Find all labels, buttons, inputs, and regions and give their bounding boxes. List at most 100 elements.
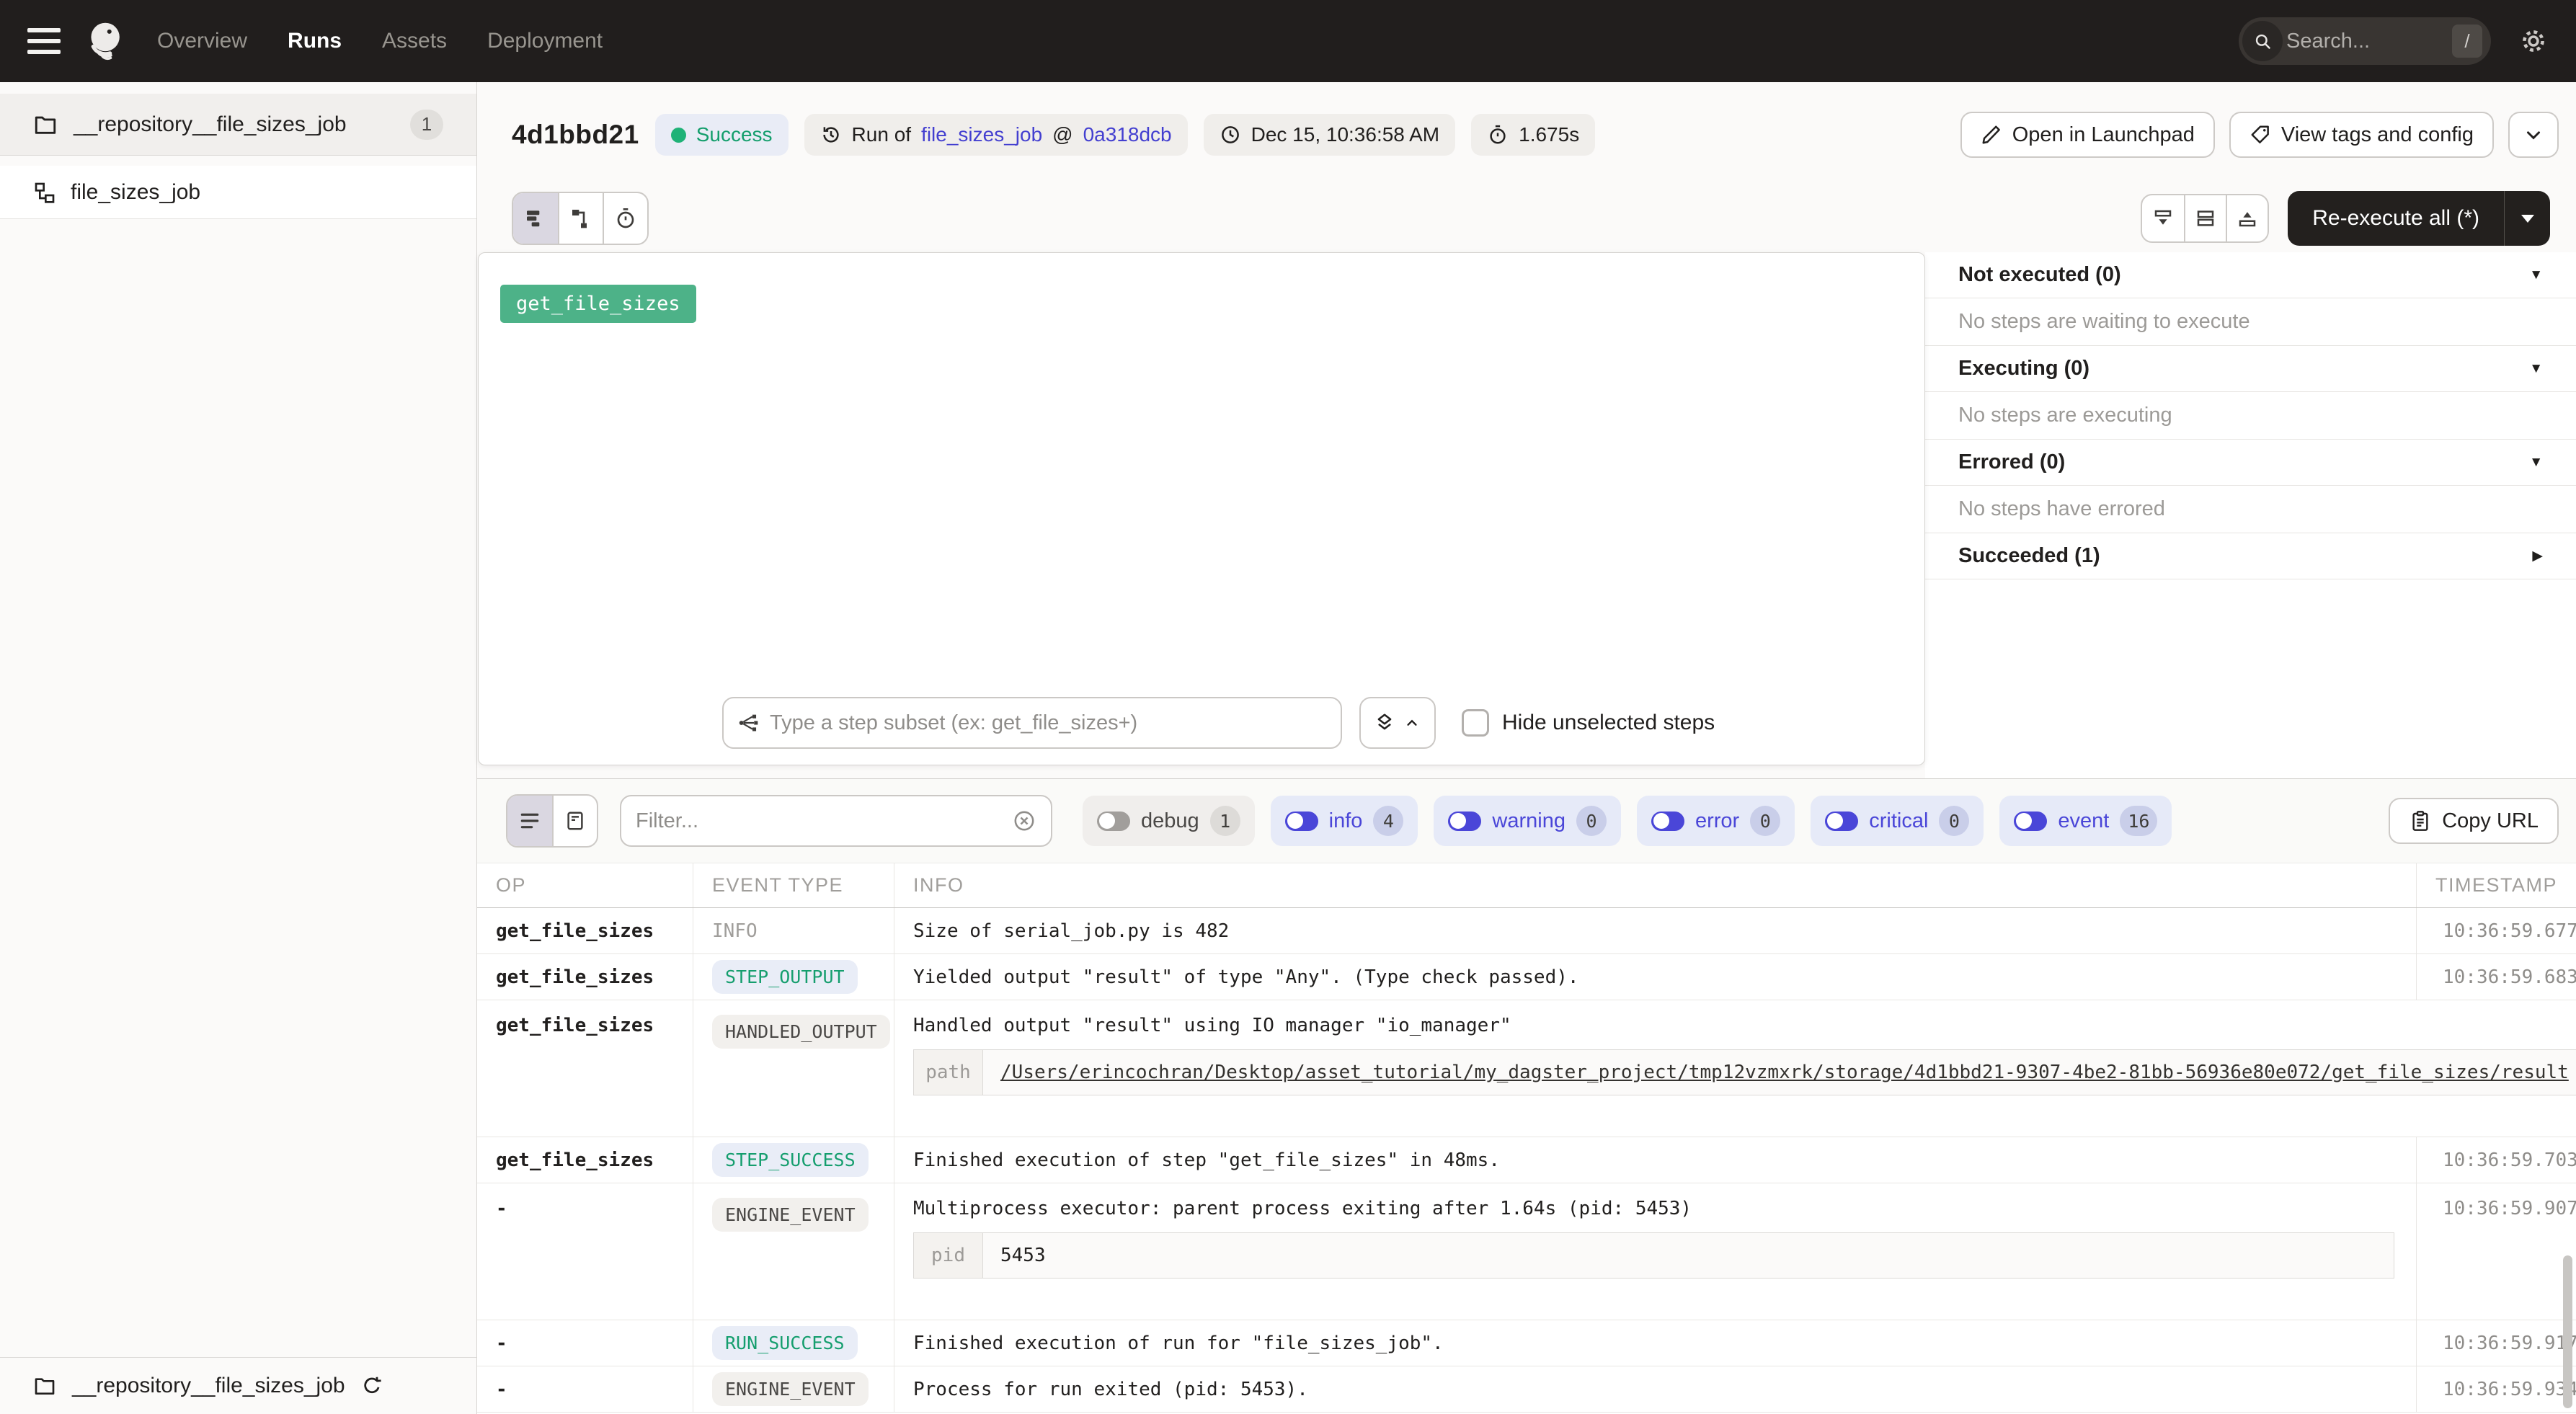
sidebar-footer-repo[interactable]: __repository__file_sizes_job [0, 1357, 476, 1414]
waterfall-view-button[interactable] [558, 193, 603, 244]
log-timestamp: 10:36:59.907 [2416, 1183, 2576, 1320]
log-view-toggle [506, 794, 598, 848]
refresh-icon[interactable] [361, 1375, 383, 1397]
nav-item-runs[interactable]: Runs [288, 29, 342, 53]
filter-label: debug [1141, 809, 1199, 833]
gantt-chart-panel: get_file_sizes [478, 252, 1925, 765]
footer-repo-name: __repository__file_sizes_job [72, 1374, 345, 1398]
log-row[interactable]: -ENGINE_EVENTMultiprocess executor: pare… [477, 1183, 2576, 1320]
reexecute-all-button[interactable]: Re-execute all (*) [2288, 191, 2504, 246]
step-status-section-header[interactable]: Succeeded (1)▶ [1925, 533, 2576, 579]
log-row[interactable]: -RUN_SUCCESSFinished execution of run fo… [477, 1320, 2576, 1366]
filter-count-badge: 16 [2120, 806, 2157, 836]
reexecute-dropdown-button[interactable] [2504, 191, 2550, 246]
event-type-badge: STEP_SUCCESS [712, 1143, 869, 1177]
log-level-filter-debug[interactable]: debug1 [1083, 796, 1255, 846]
reexecute-split-button: Re-execute all (*) [2288, 191, 2550, 246]
step-status-section-header[interactable]: Not executed (0)▼ [1925, 252, 2576, 298]
nav-item-overview[interactable]: Overview [157, 29, 247, 53]
event-type-badge: STEP_OUTPUT [712, 960, 858, 994]
list-view-button[interactable] [507, 796, 552, 846]
metadata-text: 5453 [1000, 1245, 1046, 1266]
scrollbar-thumb[interactable] [2563, 1255, 2572, 1408]
step-status-section-header[interactable]: Errored (0)▼ [1925, 440, 2576, 486]
more-actions-button[interactable] [2508, 112, 2559, 158]
zoom-controls [2141, 194, 2269, 243]
step-status-section-header[interactable]: Executing (0)▼ [1925, 346, 2576, 392]
job-link[interactable]: file_sizes_job [921, 123, 1042, 146]
section-empty-message: No steps are executing [1925, 392, 2576, 440]
log-level-filter-info[interactable]: info 4 [1271, 796, 1418, 846]
metadata-key: pid [914, 1233, 983, 1278]
log-op-cell: - [477, 1366, 693, 1412]
structured-view-button[interactable] [552, 796, 597, 846]
log-level-filter-warning[interactable]: warning0 [1434, 796, 1621, 846]
log-level-filter-event[interactable]: event 16 [1999, 796, 2172, 846]
log-row[interactable]: get_file_sizesHANDLED_OUTPUTHandled outp… [477, 1000, 2576, 1137]
folder-icon [33, 112, 58, 137]
log-info-cell: Finished execution of step "get_file_siz… [894, 1137, 2416, 1183]
run-timestamp-pill: Dec 15, 10:36:58 AM [1204, 114, 1456, 156]
gantt-toolbar: Re-execute all (*) [477, 177, 2576, 252]
folder-icon [33, 1374, 56, 1397]
toggle-switch-icon [1825, 812, 1858, 831]
expand-down-button[interactable] [2142, 195, 2184, 241]
dagster-logo-icon[interactable] [85, 19, 128, 63]
log-row[interactable]: get_file_sizes STEP_SUCCESS Finished execu… [477, 1137, 2576, 1183]
sidebar-item-file-sizes-job[interactable]: file_sizes_job [0, 166, 476, 219]
gantt-step-get-file-sizes[interactable]: get_file_sizes [500, 285, 696, 323]
log-level-filter-error[interactable]: error0 [1637, 796, 1795, 846]
sidebar-repo-row[interactable]: __repository__file_sizes_job 1 [0, 94, 476, 156]
log-row[interactable]: -ENGINE_EVENT Process for run exited (pid… [477, 1366, 2576, 1413]
search-box[interactable]: / [2239, 17, 2491, 65]
log-event-type-cell: STEP_OUTPUT [693, 954, 894, 1000]
hide-unselected-checkbox[interactable] [1462, 709, 1489, 737]
log-filter-box [620, 795, 1052, 847]
log-op-cell: get_file_sizes [477, 954, 693, 1000]
snapshot-link[interactable]: 0a318dcb [1083, 123, 1172, 146]
filter-label: event [2058, 809, 2109, 833]
hamburger-menu-icon[interactable] [27, 28, 61, 54]
log-info-cell: Process for run exited (pid: 5453). [894, 1366, 2416, 1412]
rows-button[interactable] [2184, 195, 2226, 241]
log-info-cell: Handled output "result" using IO manager… [894, 1000, 2576, 1137]
step-subset-input[interactable] [770, 711, 1328, 735]
job-graph-icon [33, 181, 56, 204]
toggle-knob [2016, 813, 2032, 829]
log-table-header: OPEVENT TYPEINFOTIMESTAMP [477, 863, 2576, 908]
filter-label: info [1329, 809, 1363, 833]
copy-url-button[interactable]: Copy URL [2389, 798, 2559, 844]
nav-item-deployment[interactable]: Deployment [487, 29, 603, 53]
graph-query-options-button[interactable] [1359, 697, 1436, 749]
clear-filter-icon[interactable] [1012, 809, 1036, 833]
log-op-cell: - [477, 1183, 693, 1320]
toggle-switch-icon [2014, 812, 2047, 831]
nav-item-assets[interactable]: Assets [382, 29, 447, 53]
timer-view-button[interactable] [603, 193, 647, 244]
collapse-up-button[interactable] [2226, 195, 2268, 241]
log-op-cell: get_file_sizes [477, 1137, 693, 1183]
toggle-switch-icon [1448, 812, 1481, 831]
clipboard-icon [2409, 809, 2432, 832]
open-in-launchpad-button[interactable]: Open in Launchpad [1960, 112, 2215, 158]
search-input[interactable] [2286, 30, 2452, 53]
caret-down-icon: ▼ [2529, 455, 2543, 471]
log-row[interactable]: get_file_sizesSTEP_OUTPUTYielded output … [477, 954, 2576, 1000]
job-name: file_sizes_job [71, 180, 200, 205]
log-row[interactable]: get_file_sizesINFOSize of serial_job.py … [477, 908, 2576, 954]
log-level-filter-critical[interactable]: critical0 [1811, 796, 1984, 846]
toggle-knob [1287, 813, 1303, 829]
log-filter-input[interactable] [636, 809, 1012, 833]
view-tags-config-button[interactable]: View tags and config [2229, 112, 2494, 158]
metadata-path-link[interactable]: /Users/erincochran/Desktop/asset_tutoria… [1000, 1062, 2569, 1083]
gear-icon[interactable] [2518, 26, 2549, 56]
caret-down-icon: ▼ [2529, 361, 2543, 377]
status-dot-icon [671, 128, 686, 143]
metadata-value: /Users/erincochran/Desktop/asset_tutoria… [983, 1050, 2576, 1095]
section-title: Succeeded (1) [1958, 544, 2100, 568]
filter-count-badge: 4 [1373, 806, 1403, 836]
toggle-switch-icon [1651, 812, 1684, 831]
step-subset-input-box [722, 697, 1342, 749]
event-type-badge: ENGINE_EVENT [712, 1372, 869, 1406]
flat-gantt-view-button[interactable] [513, 193, 558, 244]
